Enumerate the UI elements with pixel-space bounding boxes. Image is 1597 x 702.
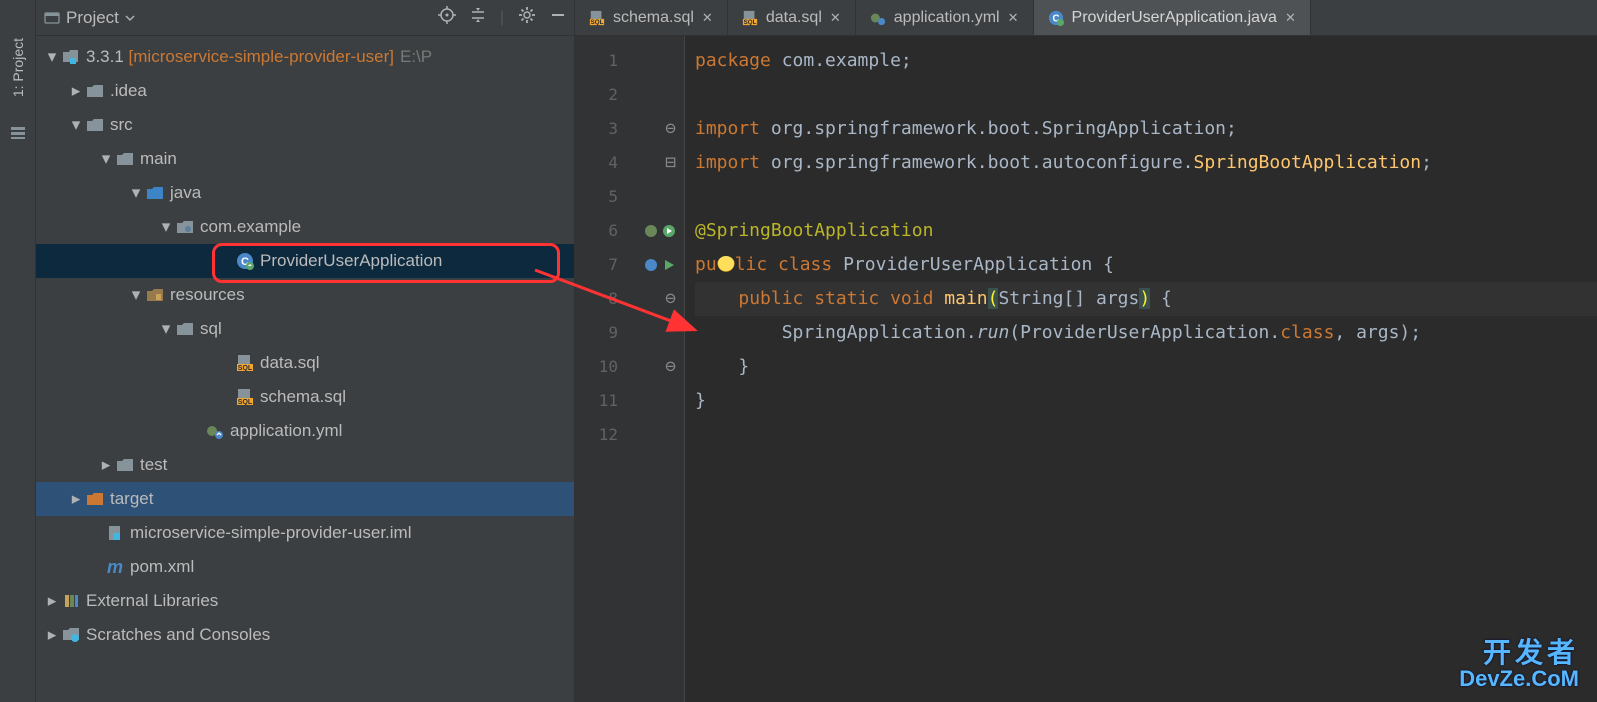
structure-icon[interactable] <box>10 125 26 146</box>
close-icon[interactable]: ✕ <box>702 10 713 26</box>
class-file-icon: C <box>1048 10 1064 26</box>
tab-app-yml[interactable]: application.yml ✕ <box>856 0 1034 35</box>
editor-tabs: SQL schema.sql ✕ SQL data.sql ✕ applicat… <box>575 0 1597 36</box>
tree-sql[interactable]: ▾ sql <box>36 312 574 346</box>
tree-main[interactable]: ▾ main <box>36 142 574 176</box>
tree-app-class[interactable]: C ProviderUserApplication <box>36 244 574 278</box>
tree-schema-sql[interactable]: SQL schema.sql <box>36 380 574 414</box>
svg-text:SQL: SQL <box>743 19 756 26</box>
run-config-icon[interactable] <box>662 224 676 238</box>
gear-icon[interactable] <box>518 6 536 29</box>
dropdown-icon[interactable] <box>125 13 135 23</box>
collapse-icon[interactable] <box>470 7 486 28</box>
tree-target[interactable]: ▸ target <box>36 482 574 516</box>
tree-pom[interactable]: m pom.xml <box>36 550 574 584</box>
project-tree[interactable]: ▾ 3.3.1 [microservice-simple-provider-us… <box>36 36 574 702</box>
editor-body[interactable]: 1 2 3 4 5 6 7 8 9 10 11 12 ⊖ ⊟ <box>575 36 1597 702</box>
project-icon <box>44 10 60 26</box>
close-icon[interactable]: ✕ <box>1285 10 1296 26</box>
yml-file-icon <box>870 10 886 26</box>
minimize-icon[interactable] <box>550 7 566 28</box>
tree-scratches[interactable]: ▸ Scratches and Consoles <box>36 618 574 652</box>
tree-data-sql[interactable]: SQL data.sql <box>36 346 574 380</box>
tree-root[interactable]: ▾ 3.3.1 [microservice-simple-provider-us… <box>36 40 574 74</box>
svg-text:SQL: SQL <box>591 19 604 26</box>
panel-title: Project <box>66 8 119 28</box>
tool-window-bar[interactable]: 1: Project <box>0 0 36 702</box>
project-panel-header: Project | <box>36 0 574 36</box>
tree-java[interactable]: ▾ java <box>36 176 574 210</box>
spring-bean-icon[interactable] <box>644 258 658 272</box>
tab-provider-app[interactable]: C ProviderUserApplication.java ✕ <box>1034 0 1311 35</box>
run-icon[interactable] <box>662 258 676 272</box>
svg-text:SQL: SQL <box>238 365 253 372</box>
svg-text:SQL: SQL <box>238 399 253 406</box>
tree-iml[interactable]: microservice-simple-provider-user.iml <box>36 516 574 550</box>
tree-ext-libs[interactable]: ▸ External Libraries <box>36 584 574 618</box>
sql-file-icon: SQL <box>742 10 758 26</box>
intention-bulb-icon[interactable] <box>717 256 735 274</box>
spring-bean-icon[interactable] <box>644 224 658 238</box>
tree-test[interactable]: ▸ test <box>36 448 574 482</box>
code-content[interactable]: package com.example; import org.springfr… <box>685 36 1597 702</box>
watermark: 开发者 DevZe.CoM <box>1459 638 1579 690</box>
tree-package[interactable]: ▾ com.example <box>36 210 574 244</box>
project-tool-button[interactable]: 1: Project <box>10 30 26 105</box>
gutter-markers[interactable]: ⊖ ⊟ ⊖ ⊖ <box>627 36 685 702</box>
tree-src[interactable]: ▾ src <box>36 108 574 142</box>
tree-app-yml[interactable]: application.yml <box>36 414 574 448</box>
sql-file-icon: SQL <box>589 10 605 26</box>
tab-schema-sql[interactable]: SQL schema.sql ✕ <box>575 0 728 35</box>
tree-idea[interactable]: ▸ .idea <box>36 74 574 108</box>
close-icon[interactable]: ✕ <box>1008 10 1019 26</box>
line-number-gutter: 1 2 3 4 5 6 7 8 9 10 11 12 <box>575 36 627 702</box>
close-icon[interactable]: ✕ <box>830 10 841 26</box>
editor-area: SQL schema.sql ✕ SQL data.sql ✕ applicat… <box>575 0 1597 702</box>
tree-resources[interactable]: ▾ resources <box>36 278 574 312</box>
tab-data-sql[interactable]: SQL data.sql ✕ <box>728 0 856 35</box>
locate-icon[interactable] <box>438 6 456 29</box>
project-panel: Project | ▾ 3.3.1 [microservice-simple-p… <box>36 0 575 702</box>
